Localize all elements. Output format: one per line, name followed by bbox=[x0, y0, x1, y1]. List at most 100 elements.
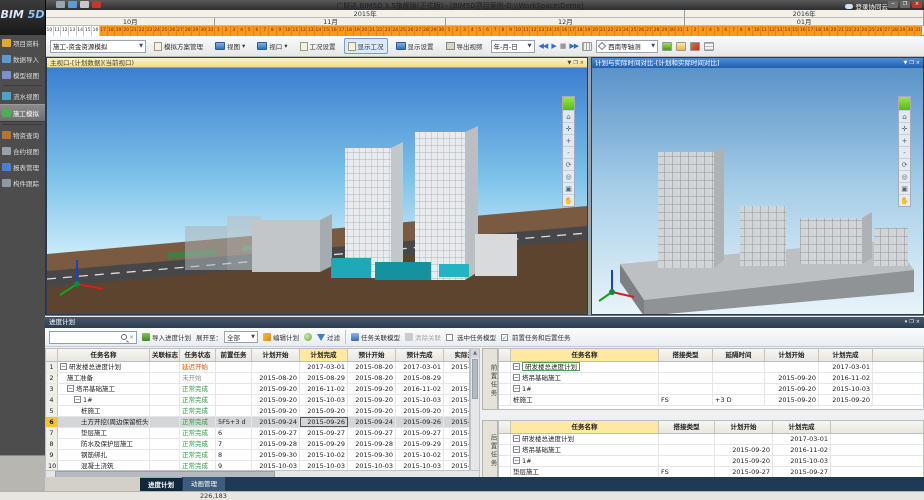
minimize-button[interactable]: ─ bbox=[888, 1, 898, 8]
view-button[interactable]: 视图▾ bbox=[211, 38, 249, 54]
timeline-day-row[interactable]: 1011121314151617181920212223242526272829… bbox=[46, 26, 924, 36]
timeline-day-cell[interactable]: 10 bbox=[515, 26, 523, 36]
timeline-day-cell[interactable]: 15 bbox=[792, 26, 800, 36]
timeline-day-cell[interactable]: 11 bbox=[54, 26, 62, 36]
column-header[interactable]: 搭接类型 bbox=[659, 349, 713, 361]
timeline-day-cell[interactable]: 29 bbox=[661, 26, 669, 36]
timeline-day-cell[interactable]: 19 bbox=[115, 26, 123, 36]
timeline-day-cell[interactable]: 8 bbox=[500, 26, 508, 36]
timeline-day-cell[interactable]: 6 bbox=[254, 26, 262, 36]
timeline-day-cell[interactable]: 20 bbox=[830, 26, 838, 36]
timeline-day-cell[interactable]: 21 bbox=[369, 26, 377, 36]
export-video-button[interactable]: 导出视频 bbox=[442, 38, 487, 54]
timeline-day-cell[interactable]: 9 bbox=[746, 26, 754, 36]
close-button[interactable]: × bbox=[912, 1, 922, 8]
collapse-icon[interactable]: − bbox=[513, 457, 520, 464]
grid-icon[interactable] bbox=[704, 42, 714, 51]
viewport-tool-icon[interactable]: ✛ bbox=[899, 122, 910, 134]
timeline-day-cell[interactable]: 29 bbox=[899, 26, 907, 36]
timeline-day-cell[interactable]: 23 bbox=[384, 26, 392, 36]
column-header[interactable]: 预计完成 bbox=[396, 349, 444, 361]
task-search-input[interactable] bbox=[50, 334, 121, 341]
column-header[interactable]: 实际开始 bbox=[444, 349, 470, 361]
timeline-day-cell[interactable]: 27 bbox=[177, 26, 185, 36]
timeline-day-cell[interactable]: 23 bbox=[146, 26, 154, 36]
timeline-day-cell[interactable]: 24 bbox=[154, 26, 162, 36]
timeline-day-cell[interactable]: 30 bbox=[438, 26, 446, 36]
timeline-day-cell[interactable]: 13 bbox=[69, 26, 77, 36]
maximize-button[interactable]: ❐ bbox=[900, 1, 910, 8]
viewport-button[interactable]: 视口▾ bbox=[253, 38, 291, 54]
task-row[interactable]: 9钢筋绑扎正常完成82015-09-302015-10-022015-09-30… bbox=[46, 450, 469, 461]
timeline-day-cell[interactable]: 5 bbox=[715, 26, 723, 36]
timeline-day-cell[interactable]: 14 bbox=[77, 26, 85, 36]
task-row[interactable]: −塔吊基础施工2015-09-202016-11-02 bbox=[499, 445, 923, 456]
column-header[interactable] bbox=[499, 421, 511, 433]
float-icon[interactable]: ❐ bbox=[909, 58, 913, 68]
timeline-day-cell[interactable]: 17 bbox=[569, 26, 577, 36]
viewport-tool-icon[interactable]: ◎ bbox=[899, 170, 910, 182]
column-header[interactable]: 计划完成 bbox=[773, 421, 831, 433]
viewport-tool-icon[interactable]: ✛ bbox=[563, 122, 574, 134]
timeline-day-cell[interactable]: 26 bbox=[638, 26, 646, 36]
pre-post-task-checkbox[interactable]: ✓ 前置任务和后置任务 bbox=[501, 332, 571, 342]
successor-table[interactable]: 任务名称搭接类型计划开始计划完成−研发楼总进度计划2017-03-01−塔吊基础… bbox=[498, 420, 924, 478]
timeline-day-cell[interactable]: 2 bbox=[453, 26, 461, 36]
filter-button[interactable]: 过滤 bbox=[317, 332, 340, 342]
green-screen-icon[interactable] bbox=[662, 42, 672, 51]
tab-active[interactable]: 进度计划 bbox=[140, 477, 182, 491]
timeline-day-cell[interactable]: 20 bbox=[361, 26, 369, 36]
clear-search-icon[interactable]: × bbox=[129, 334, 134, 341]
task-row[interactable]: 3−塔吊基础施工正常完成2015-09-202016-11-022015-09-… bbox=[46, 384, 469, 395]
timeline-day-cell[interactable]: 30 bbox=[907, 26, 915, 36]
display-settings-button[interactable]: 显示设置 bbox=[392, 38, 438, 54]
main-viewport[interactable]: 主视口-[计划数据](当前视口) ▼❐× bbox=[46, 57, 588, 315]
red-arrow-icon[interactable] bbox=[690, 42, 700, 51]
sidebar-item-report-manage[interactable]: 报表管理 bbox=[0, 159, 45, 175]
timeline-day-cell[interactable]: 17 bbox=[807, 26, 815, 36]
timeline-day-cell[interactable]: 1 bbox=[446, 26, 454, 36]
timeline-day-cell[interactable]: 25 bbox=[869, 26, 877, 36]
rewind-button[interactable]: ◀◀ bbox=[539, 42, 548, 50]
task-row[interactable]: 2施工准备未开始2015-08-202015-08-292015-08-2020… bbox=[46, 373, 469, 384]
timeline-day-cell[interactable]: 13 bbox=[307, 26, 315, 36]
viewport-tool-icon[interactable]: ◎ bbox=[563, 170, 574, 182]
float-icon[interactable]: ❐ bbox=[573, 58, 577, 67]
task-row[interactable]: 8防水及保护层施工正常完成72015-09-282015-09-292015-0… bbox=[46, 439, 469, 450]
task-row[interactable]: −1#2015-09-202015-10-03 bbox=[499, 456, 923, 467]
timeline-day-cell[interactable]: 11 bbox=[292, 26, 300, 36]
timeline-day-cell[interactable]: 22 bbox=[846, 26, 854, 36]
collapse-icon[interactable]: − bbox=[60, 363, 67, 370]
column-header[interactable]: 任务状态 bbox=[180, 349, 216, 361]
timeline-day-cell[interactable]: 23 bbox=[615, 26, 623, 36]
timeline-day-cell[interactable]: 3 bbox=[461, 26, 469, 36]
collapse-icon[interactable]: − bbox=[67, 385, 74, 392]
timeline-day-cell[interactable]: 5 bbox=[477, 26, 485, 36]
column-header[interactable]: 任务名称 bbox=[58, 349, 150, 361]
timeline-day-cell[interactable]: 21 bbox=[838, 26, 846, 36]
task-row[interactable]: 7垫层施工正常完成62015-09-272015-09-272015-09-27… bbox=[46, 428, 469, 439]
viewport-tool-icon[interactable]: ▣ bbox=[899, 182, 910, 194]
column-header[interactable]: 预计开始 bbox=[348, 349, 396, 361]
timeline-day-cell[interactable]: 20 bbox=[592, 26, 600, 36]
timeline-day-cell[interactable]: 31 bbox=[915, 26, 923, 36]
fast-forward-button[interactable]: ▶▶ bbox=[569, 42, 578, 50]
timeline-day-cell[interactable]: 6 bbox=[484, 26, 492, 36]
timeline-day-cell[interactable]: 4 bbox=[707, 26, 715, 36]
sidebar-item-flow-view[interactable]: 流水视图 bbox=[0, 88, 45, 104]
timeline-day-cell[interactable]: 30 bbox=[200, 26, 208, 36]
timeline-day-cell[interactable]: 3 bbox=[699, 26, 707, 36]
scroll-up-icon[interactable]: ▲ bbox=[471, 349, 479, 358]
close-icon[interactable]: × bbox=[580, 58, 584, 67]
viewport-tool-icon[interactable]: ⟳ bbox=[563, 158, 574, 170]
timeline-day-cell[interactable]: 2 bbox=[692, 26, 700, 36]
sidebar-item-data-import[interactable]: 数据导入 bbox=[0, 51, 45, 67]
column-header[interactable]: 任务名称 bbox=[511, 421, 659, 433]
sidebar-item-contract-view[interactable]: 合约视图 bbox=[0, 143, 45, 159]
main-3d-scene[interactable]: ⌂✛+-⟳◎▣✋ bbox=[47, 68, 587, 314]
timeline-day-cell[interactable]: 16 bbox=[330, 26, 338, 36]
timeline-day-cell[interactable]: 10 bbox=[284, 26, 292, 36]
play-button[interactable]: ▶ bbox=[551, 42, 555, 50]
column-header[interactable]: 任务名称 bbox=[511, 349, 659, 361]
measure-bar-icon[interactable] bbox=[676, 42, 686, 51]
